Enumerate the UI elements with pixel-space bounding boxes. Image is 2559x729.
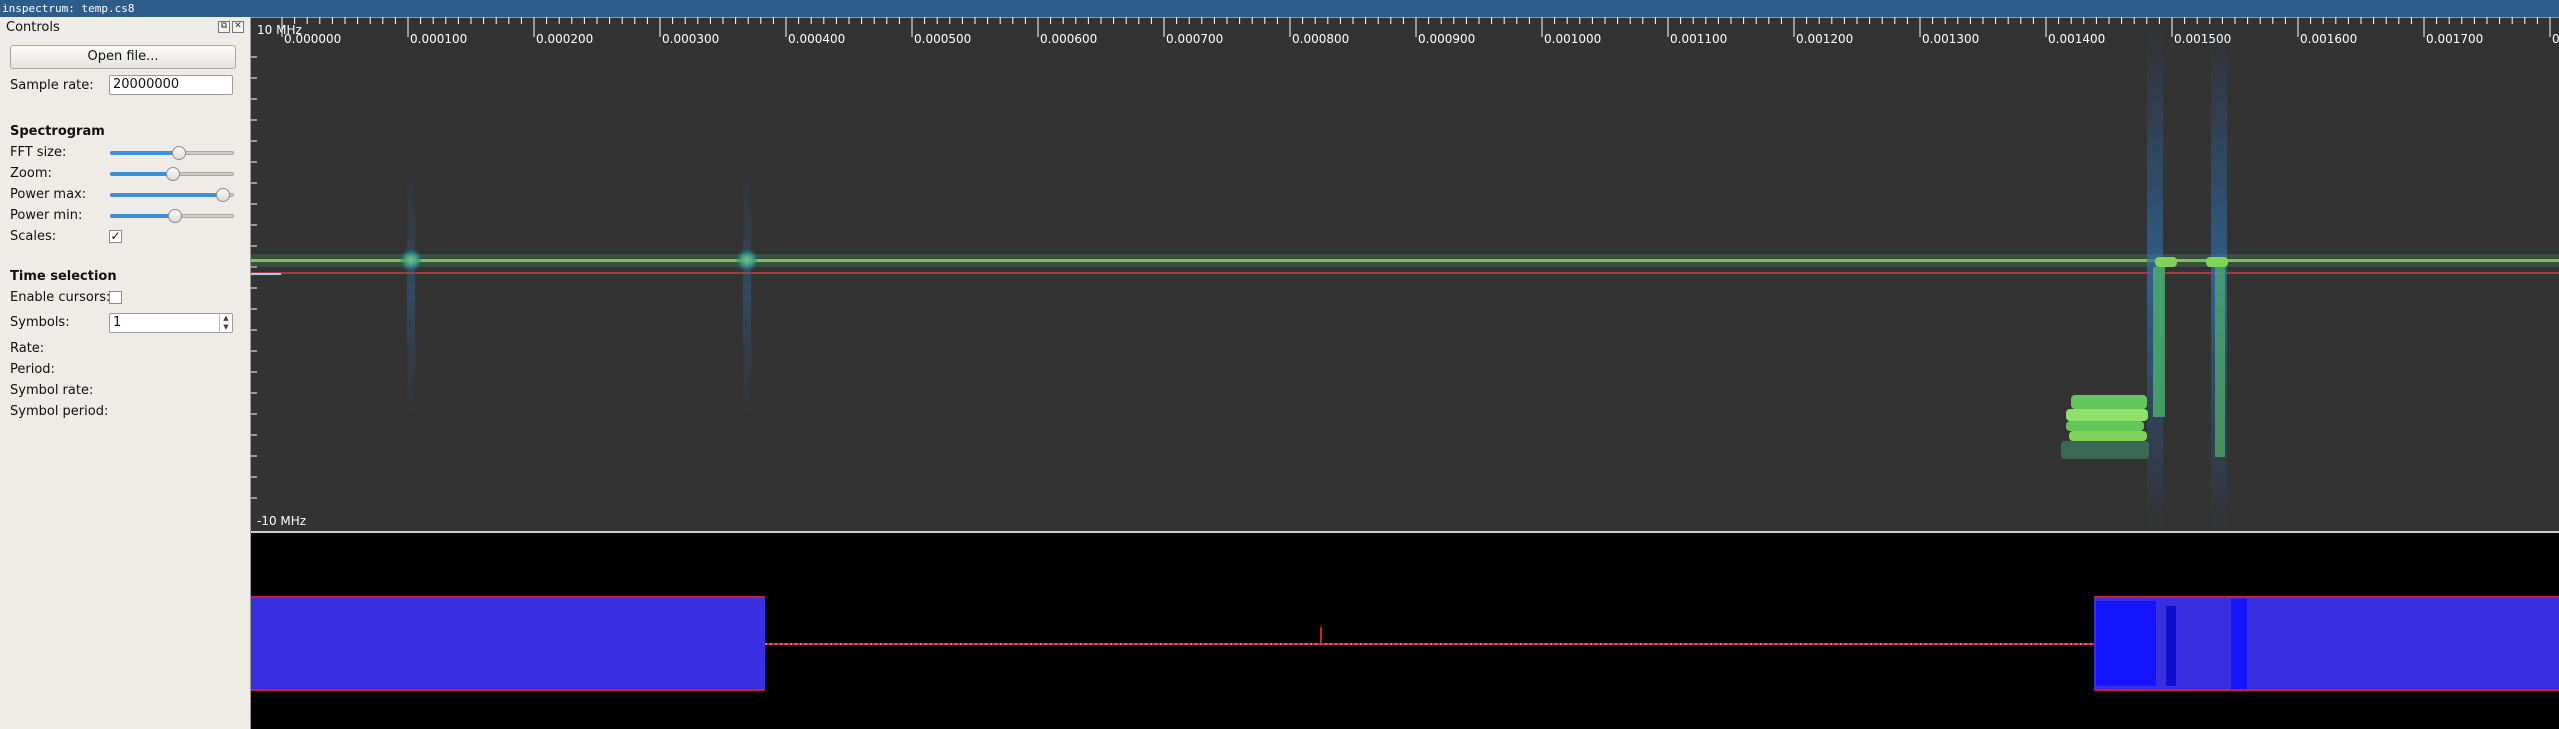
fft-size-label: FFT size: <box>10 145 67 160</box>
fft-size-slider[interactable] <box>110 146 234 160</box>
dock-buttons: ⧉ ✕ <box>218 21 244 33</box>
spectrogram-view[interactable]: 0.000000 0.000100 0.000200 0.000300 0.000400… <box>251 17 2559 531</box>
symbol-rate-label: Symbol rate: <box>10 383 94 398</box>
zoom-slider[interactable] <box>110 167 234 181</box>
power-min-slider[interactable] <box>110 209 234 223</box>
symbols-label: Symbols: <box>10 315 70 330</box>
period-label: Period: <box>10 362 55 377</box>
close-icon[interactable]: ✕ <box>232 21 244 33</box>
time-tick-label: 0.000100 <box>410 32 467 46</box>
time-tick-label: 0.001200 <box>1796 32 1853 46</box>
burst-block <box>2069 431 2147 441</box>
burst-block <box>2066 421 2144 431</box>
window-title-bar: inspectrum: temp.cs8 <box>0 0 2559 17</box>
time-tick-label: 0.000800 <box>1292 32 1349 46</box>
waveform-view[interactable] <box>251 531 2559 729</box>
slider-handle[interactable] <box>172 146 187 160</box>
power-max-slider[interactable] <box>110 188 234 202</box>
spin-up-icon[interactable]: ▲ <box>220 314 232 323</box>
plot-area[interactable]: 0.000000 0.000100 0.000200 0.000300 0.000400… <box>251 17 2559 729</box>
open-file-button[interactable]: Open file... <box>10 45 236 69</box>
time-tick-label: 0.001300 <box>1922 32 1979 46</box>
symbols-value[interactable]: 1 <box>113 314 121 332</box>
enable-cursors-label: Enable cursors: <box>10 290 111 305</box>
freq-bottom-label: -10 MHz <box>257 514 306 528</box>
time-tick-label: 0.000400 <box>788 32 845 46</box>
sample-rate-label: Sample rate: <box>10 78 94 93</box>
time-tick-label: 0.000300 <box>662 32 719 46</box>
time-tick-label: 0.000200 <box>536 32 593 46</box>
time-tick-label: 0.001600 <box>2300 32 2357 46</box>
slider-handle[interactable] <box>215 188 230 202</box>
power-min-label: Power min: <box>10 208 83 223</box>
burst-block <box>2071 395 2147 409</box>
time-tick-label: 0.001400 <box>2048 32 2105 46</box>
controls-dock: Controls ⧉ ✕ Open file... Sample rate: 2… <box>0 17 251 729</box>
slider-handle[interactable] <box>168 209 183 223</box>
power-max-label: Power max: <box>10 187 87 202</box>
time-tick-label: 0.000500 <box>914 32 971 46</box>
spectrogram-header: Spectrogram <box>10 124 105 139</box>
float-icon[interactable]: ⧉ <box>218 21 230 33</box>
time-tick-label: 0.000700 <box>1166 32 1223 46</box>
time-tick-label: 0.000600 <box>1040 32 1097 46</box>
controls-dock-title: Controls <box>6 20 60 35</box>
slider-handle[interactable] <box>166 167 180 181</box>
enable-cursors-checkbox[interactable] <box>109 291 122 304</box>
burst-block <box>2066 409 2148 421</box>
symbols-spinbox[interactable]: 1 ▲ ▼ <box>109 313 233 333</box>
time-selection-header: Time selection <box>10 269 117 284</box>
spin-arrows[interactable]: ▲ ▼ <box>219 314 232 332</box>
scales-label: Scales: <box>10 229 57 244</box>
scales-checkbox[interactable]: ✓ <box>109 230 122 243</box>
symbol-period-label: Symbol period: <box>10 404 109 419</box>
zoom-label: Zoom: <box>10 166 52 181</box>
rate-label: Rate: <box>10 341 45 356</box>
time-tick-label: 0.000900 <box>1418 32 1475 46</box>
sample-rate-input[interactable]: 20000000 <box>109 75 233 95</box>
time-tick-label: 0.001100 <box>1670 32 1727 46</box>
spin-down-icon[interactable]: ▼ <box>220 323 232 332</box>
time-tick-label: 0.001000 <box>1544 32 1601 46</box>
waveform-burst <box>251 596 765 691</box>
time-tick-label: 0.00180 <box>2552 32 2559 46</box>
time-tick-label: 0.001700 <box>2426 32 2483 46</box>
waveform-burst <box>2094 596 2559 691</box>
freq-top-label: 10 MHz <box>257 23 302 37</box>
